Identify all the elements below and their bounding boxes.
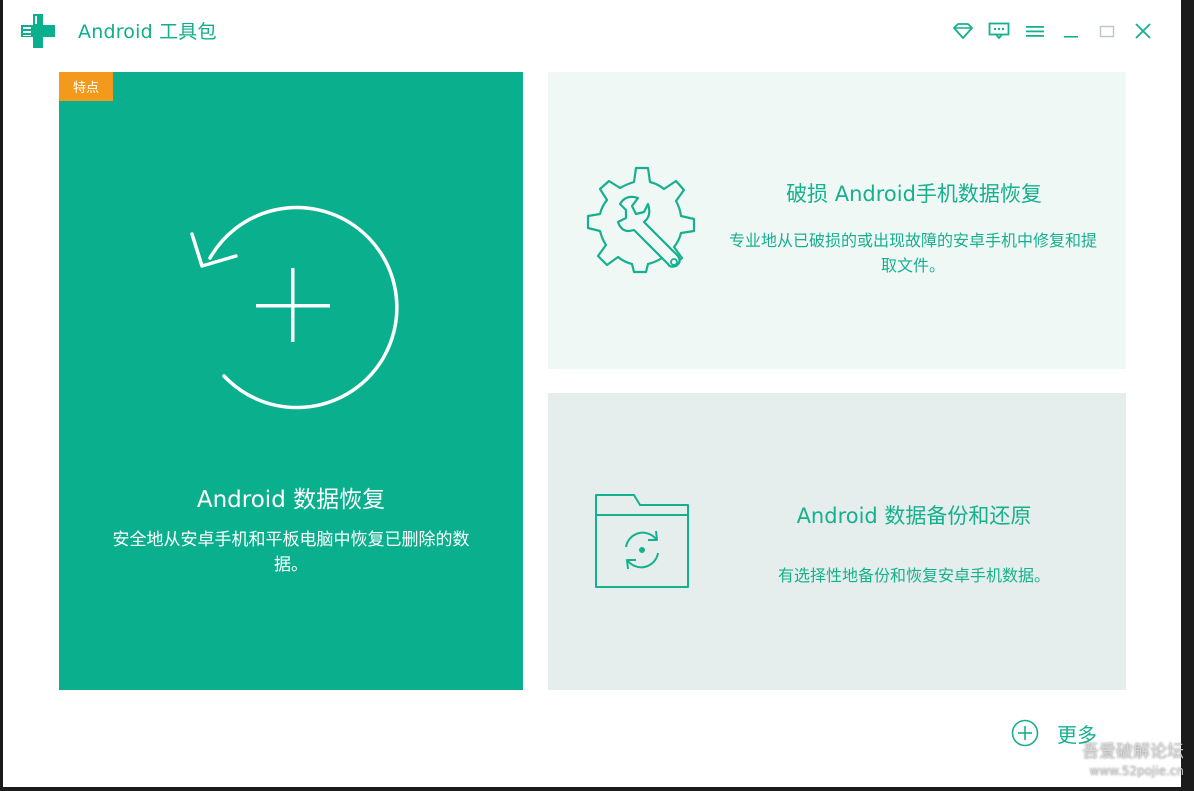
- maximize-icon: [1099, 25, 1115, 38]
- feedback-icon: [988, 22, 1010, 40]
- card-broken-android-recovery[interactable]: 破损 Android手机数据恢复 专业地从已破损的或出现故障的安卓手机中修复和提…: [548, 72, 1126, 369]
- app-window: Android 工具包 特点 Android 数据恢复 安全地从安卓手机和平板电…: [3, 0, 1181, 787]
- feature-badge: 特点: [59, 72, 113, 101]
- gear-wrench-icon: [586, 166, 696, 274]
- app-title: Android 工具包: [78, 21, 217, 43]
- card-title: Android 数据备份和还原: [796, 504, 1032, 528]
- diamond-button[interactable]: [945, 18, 981, 44]
- watermark-title: 吾爱破解论坛: [1082, 742, 1184, 762]
- card-description: 安全地从安卓手机和平板电脑中恢复已删除的数据。: [112, 530, 470, 575]
- title-bar: Android 工具包: [3, 0, 1181, 62]
- window-controls: [945, 18, 1161, 44]
- close-icon: [1135, 23, 1151, 39]
- card-android-data-recovery[interactable]: 特点 Android 数据恢复 安全地从安卓手机和平板电脑中恢复已删除的数据。: [59, 72, 523, 690]
- minimize-button[interactable]: [1053, 18, 1089, 44]
- card-android-backup-restore[interactable]: Android 数据备份和还原 有选择性地备份和恢复安卓手机数据。: [548, 393, 1126, 690]
- minimize-icon: [1064, 36, 1078, 38]
- feedback-button[interactable]: [981, 18, 1017, 44]
- folder-sync-icon: [595, 494, 689, 588]
- diamond-icon: [953, 23, 973, 39]
- medical-plus-logo-icon: [21, 14, 55, 48]
- menu-button[interactable]: [1017, 18, 1053, 44]
- plus-circle-icon: [1011, 719, 1039, 747]
- card-title: 破损 Android手机数据恢复: [786, 182, 1042, 206]
- restore-plus-icon: [190, 205, 399, 410]
- watermark-url: www.52pojie.cn: [1089, 764, 1184, 778]
- card-description: 有选择性地备份和恢复安卓手机数据。: [777, 566, 1050, 585]
- menu-icon: [1026, 26, 1044, 37]
- close-button[interactable]: [1125, 18, 1161, 44]
- card-description: 专业地从已破损的或出现故障的安卓手机中修复和提取文件。: [728, 231, 1097, 275]
- watermark: 吾爱破解论坛 www.52pojie.cn: [1082, 741, 1184, 779]
- card-title: Android 数据恢复: [196, 487, 386, 513]
- maximize-button[interactable]: [1089, 18, 1125, 44]
